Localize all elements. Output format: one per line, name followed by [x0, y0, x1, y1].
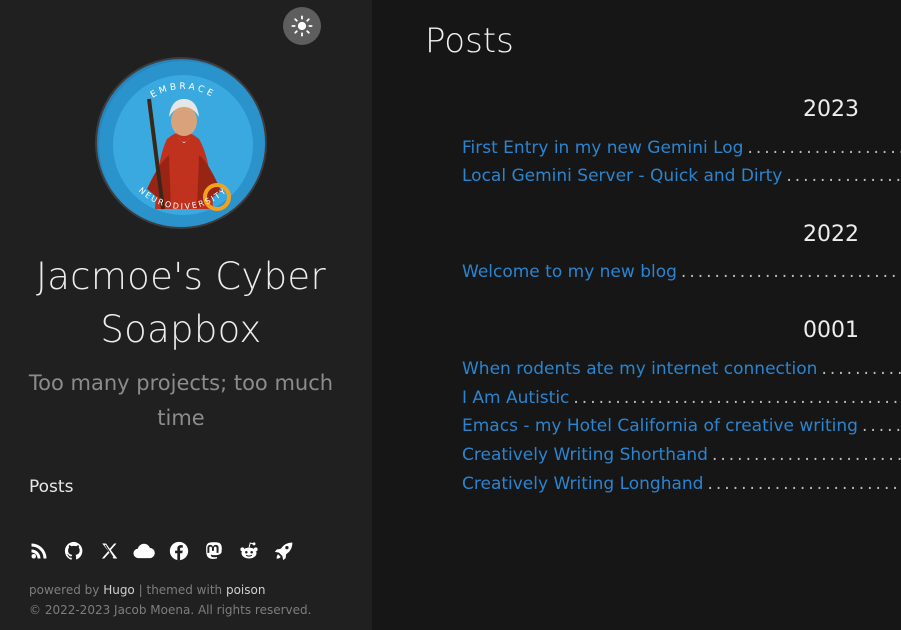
- post-item: Creatively Writing Shorthand ...........…: [462, 445, 901, 465]
- tagline-line1: Too many projects; too much: [28, 371, 334, 395]
- post-link[interactable]: Emacs - my Hotel California of creative …: [462, 416, 858, 436]
- footer-credits: powered by Hugo | themed with poison: [29, 583, 265, 597]
- page: EMBRACE NEURODIVERSITY Jacmoe's Cyber So…: [0, 0, 901, 630]
- leader-dots: ........................................…: [711, 445, 901, 465]
- year-heading: 2023: [803, 97, 859, 122]
- post-link[interactable]: When rodents ate my internet connection: [462, 359, 817, 379]
- reddit-icon[interactable]: [238, 540, 260, 562]
- rocket-icon[interactable]: [273, 540, 295, 562]
- post-item: First Entry in my new Gemini Log .......…: [462, 138, 901, 158]
- footer-copyright: © 2022-2023 Jacob Moena. All rights rese…: [29, 603, 312, 617]
- poison-link[interactable]: poison: [226, 583, 266, 597]
- page-title: Posts: [425, 21, 514, 61]
- leader-dots: ........................................…: [786, 166, 901, 186]
- github-icon[interactable]: [63, 540, 85, 562]
- facebook-icon[interactable]: [168, 540, 190, 562]
- site-title[interactable]: Jacmoe's Cyber Soapbox: [0, 250, 362, 356]
- leader-dots: ........................................…: [573, 388, 901, 408]
- hugo-link[interactable]: Hugo: [103, 583, 135, 597]
- leader-dots: ........................................…: [861, 416, 901, 436]
- site-tagline: Too many projects; too much time: [10, 366, 352, 436]
- year-heading: 2022: [803, 222, 859, 247]
- tagline-line2: time: [157, 406, 205, 430]
- post-item: When rodents ate my internet connection …: [462, 359, 901, 379]
- post-item: Welcome to my new blog .................…: [462, 262, 901, 282]
- social-links: [28, 540, 295, 562]
- post-link[interactable]: Welcome to my new blog: [462, 262, 677, 282]
- site-title-line2: Soapbox: [100, 308, 262, 351]
- sun-icon: [291, 15, 313, 37]
- post-link[interactable]: Local Gemini Server - Quick and Dirty: [462, 166, 782, 186]
- mastodon-icon[interactable]: [203, 540, 225, 562]
- sidebar: EMBRACE NEURODIVERSITY Jacmoe's Cyber So…: [0, 0, 372, 630]
- leader-dots: ........................................…: [747, 138, 901, 158]
- theme-toggle-button[interactable]: [283, 7, 321, 45]
- post-link[interactable]: I Am Autistic: [462, 388, 569, 408]
- leader-dots: ........................................…: [680, 262, 901, 282]
- footer-themed-with: themed with: [146, 583, 223, 597]
- x-icon[interactable]: [98, 540, 120, 562]
- rss-icon[interactable]: [28, 540, 50, 562]
- cloud-icon[interactable]: [133, 540, 155, 562]
- avatar-illustration: EMBRACE NEURODIVERSITY: [99, 61, 265, 227]
- avatar[interactable]: EMBRACE NEURODIVERSITY: [95, 57, 267, 229]
- post-item: Local Gemini Server - Quick and Dirty ..…: [462, 166, 901, 186]
- site-title-line1: Jacmoe's Cyber: [36, 255, 326, 298]
- post-item: Emacs - my Hotel California of creative …: [462, 416, 901, 436]
- post-link[interactable]: Creatively Writing Shorthand: [462, 445, 708, 465]
- post-item: I Am Autistic ..........................…: [462, 388, 901, 408]
- main-content: Posts 2023 First Entry in my new Gemini …: [372, 0, 901, 630]
- post-link[interactable]: First Entry in my new Gemini Log: [462, 138, 743, 158]
- post-item: Creatively Writing Longhand ............…: [462, 474, 901, 494]
- footer-separator: |: [138, 583, 143, 597]
- post-link[interactable]: Creatively Writing Longhand: [462, 474, 703, 494]
- leader-dots: ........................................…: [821, 359, 901, 379]
- footer-powered-by: powered by: [29, 583, 100, 597]
- year-heading: 0001: [803, 318, 859, 343]
- leader-dots: ........................................…: [707, 474, 901, 494]
- nav-posts-link[interactable]: Posts: [29, 477, 73, 497]
